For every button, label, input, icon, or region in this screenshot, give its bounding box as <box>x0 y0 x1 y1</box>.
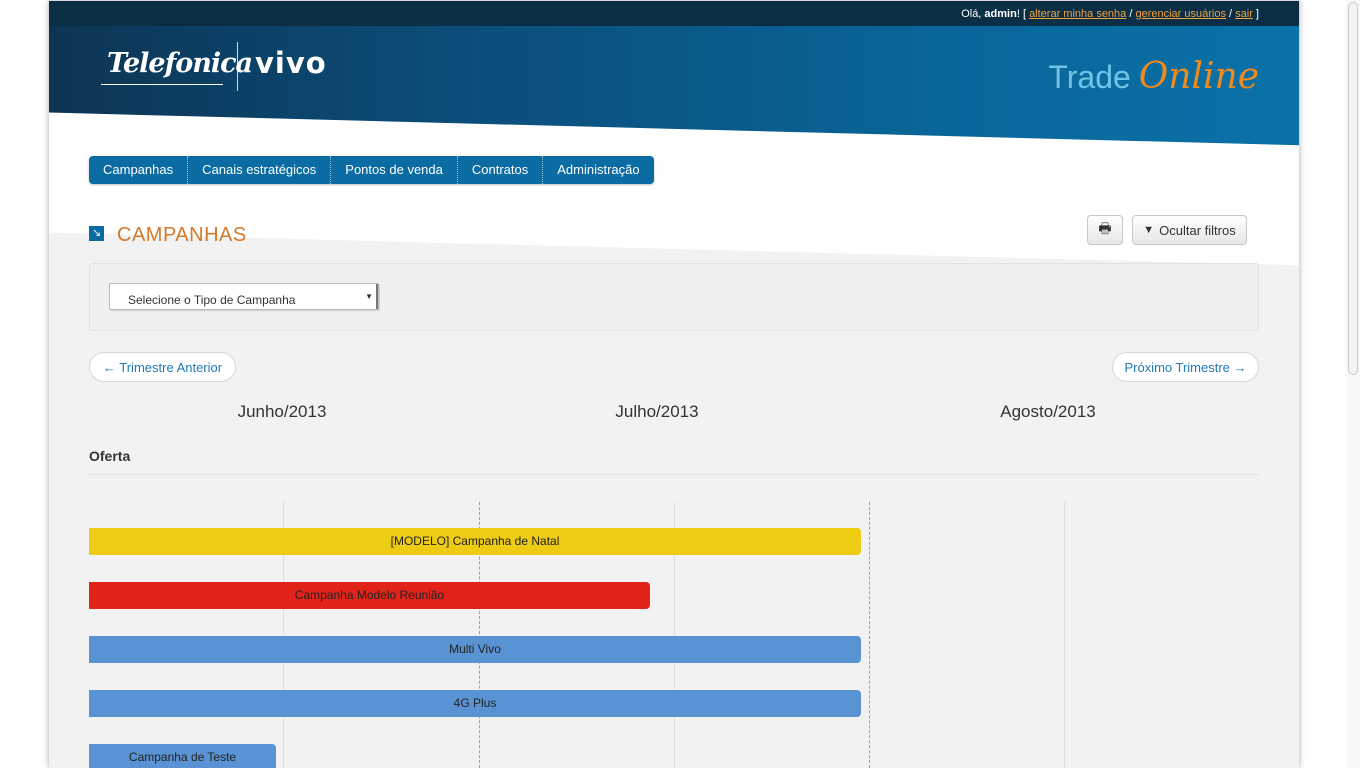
header: Olá, admin! [ alterar minha senha / gere… <box>49 0 1299 266</box>
section-label-oferta: Oferta <box>89 448 131 464</box>
scrollbar-thumb[interactable] <box>1348 2 1358 375</box>
timeline-month-divider <box>869 502 870 768</box>
nav-item-contratos[interactable]: Contratos <box>458 156 544 184</box>
nav-item-canais-estrategicos[interactable]: Canais estratégicos <box>188 156 332 184</box>
campaign-bar[interactable]: Campanha de Teste <box>89 744 276 768</box>
hide-filters-button[interactable]: ▼ Ocultar filtros <box>1132 215 1247 245</box>
printer-icon: 🖶 <box>1098 220 1112 236</box>
campaign-bar[interactable]: 4G Plus <box>89 690 861 717</box>
campaign-type-value: Selecione o Tipo de Campanha <box>128 293 296 307</box>
previous-quarter-button[interactable]: ← Trimestre Anterior <box>89 352 236 382</box>
user-greeting: Olá, <box>961 8 985 20</box>
user-exclaim: ! [ <box>1016 8 1030 20</box>
dropdown-arrow-icon: ▼ <box>365 292 373 301</box>
manage-users-link[interactable]: gerenciar usuários <box>1135 8 1226 20</box>
nav-item-administracao[interactable]: Administração <box>543 156 653 184</box>
change-password-link[interactable]: alterar minha senha <box>1029 8 1126 20</box>
telefonica-logo-underline <box>101 84 223 85</box>
section-divider <box>89 474 1259 475</box>
page-title: CAMPANHAS <box>117 224 247 246</box>
dropdown-arrow-bar <box>376 284 378 309</box>
user-name: admin <box>984 8 1017 20</box>
campaign-bar[interactable]: [MODELO] Campanha de Natal <box>89 528 861 555</box>
campaign-bar[interactable]: Multi Vivo <box>89 636 861 663</box>
logout-link[interactable]: sair <box>1235 8 1253 20</box>
page-container: Olá, admin! [ alterar minha senha / gere… <box>49 0 1299 768</box>
nav-item-pontos-de-venda[interactable]: Pontos de venda <box>331 156 458 184</box>
filter-icon: ▼ <box>1143 224 1155 236</box>
hide-filters-label: Ocultar filtros <box>1159 222 1236 238</box>
user-bar: Olá, admin! [ alterar minha senha / gere… <box>961 8 1259 20</box>
telefonica-logo: Telefonica <box>107 48 253 79</box>
close-bracket: ] <box>1252 8 1259 20</box>
filter-panel: Selecione o Tipo de Campanha ▼ <box>89 263 1259 331</box>
vivo-logo: vivo <box>255 46 327 80</box>
separator: / <box>1225 8 1236 20</box>
brand-trade: Trade <box>1048 59 1131 95</box>
arrow-down-right-icon: ↘ <box>89 226 104 241</box>
trade-online-logo: Trade Online <box>1048 56 1259 97</box>
campaign-type-select[interactable]: Selecione o Tipo de Campanha ▼ <box>109 283 379 310</box>
vertical-scrollbar[interactable] <box>1346 0 1360 768</box>
nav-item-campanhas[interactable]: Campanhas <box>89 156 189 184</box>
logo-divider <box>237 42 238 91</box>
campaign-bar[interactable]: Campanha Modelo Reunião <box>89 582 650 609</box>
brand-online: Online <box>1138 56 1259 97</box>
month-label-june: Junho/2013 <box>237 402 327 421</box>
timeline-grid-line <box>1064 502 1065 768</box>
print-button[interactable]: 🖶 <box>1087 215 1123 245</box>
month-label-july: Julho/2013 <box>615 402 699 421</box>
main-nav: Campanhas Canais estratégicos Pontos de … <box>89 156 654 184</box>
month-label-august: Agosto/2013 <box>1000 402 1096 421</box>
next-quarter-button[interactable]: Próximo Trimestre → <box>1112 352 1259 382</box>
